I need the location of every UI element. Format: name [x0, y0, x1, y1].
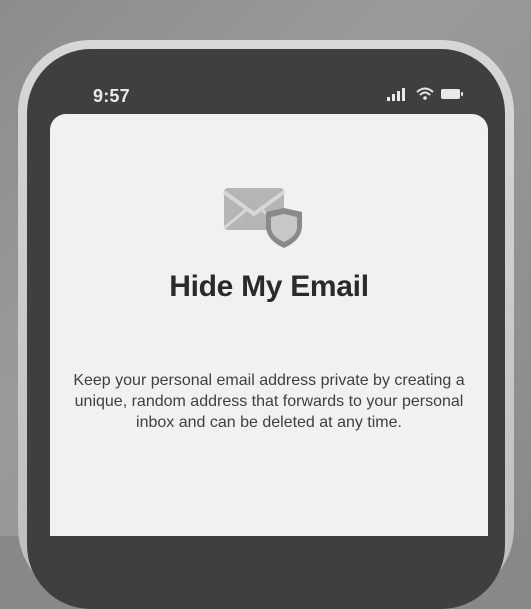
status-bar: 9:57: [45, 60, 485, 116]
signal-bars-icon: [387, 88, 405, 101]
status-time: 9:57: [93, 86, 130, 106]
status-icons: [387, 87, 465, 101]
page-title: Hide My Email: [169, 270, 369, 303]
envelope-with-shield-icon: [222, 188, 302, 248]
wifi-icon: [416, 87, 434, 100]
description-text: Keep your personal email address private…: [73, 372, 465, 431]
screen: Hide My Email Keep your personal email a…: [50, 114, 488, 536]
battery-icon: [441, 89, 463, 99]
